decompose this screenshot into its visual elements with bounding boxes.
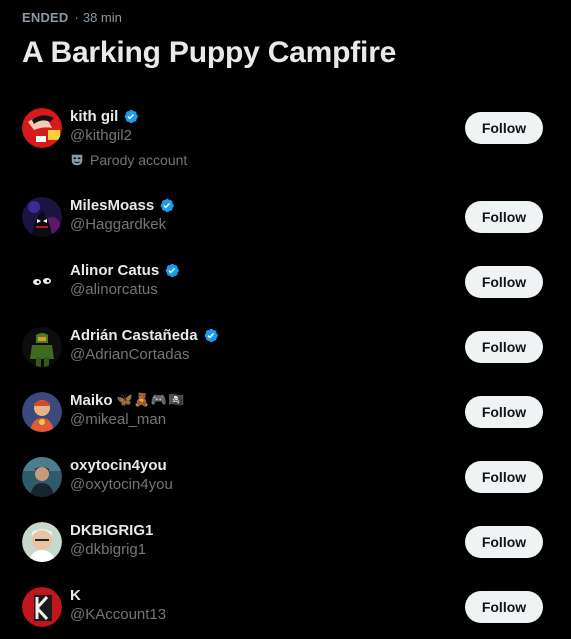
- follow-button[interactable]: Follow: [465, 461, 543, 493]
- participant-handle[interactable]: @KAccount13: [70, 606, 166, 623]
- parody-label: Parody account: [70, 152, 187, 168]
- follow-button[interactable]: Follow: [465, 396, 543, 428]
- follow-button[interactable]: Follow: [465, 112, 543, 144]
- avatar[interactable]: [22, 327, 62, 367]
- mask-icon: [71, 154, 83, 166]
- follow-button[interactable]: Follow: [465, 201, 543, 233]
- verified-badge-icon: [125, 109, 139, 123]
- space-status-line: ENDED · 38 min: [22, 10, 122, 25]
- name-emojis: 🦋🧸🎮🏴‍☠️: [116, 392, 186, 407]
- participant-row: DKBIGRIG1 @dkbigrig1 Follow: [0, 514, 571, 574]
- participant-handle[interactable]: @dkbigrig1: [70, 541, 153, 558]
- verified-badge-icon: [160, 198, 175, 212]
- participant-handle[interactable]: @mikeal_man: [70, 411, 185, 428]
- participant-name[interactable]: Adrián Castañeda: [70, 327, 198, 344]
- participant-row: K @KAccount13 Follow: [0, 579, 571, 639]
- participant-row: Maiko 🦋🧸🎮🏴‍☠️ @mikeal_man Follow: [0, 384, 571, 444]
- participant-name[interactable]: oxytocin4you: [70, 457, 167, 474]
- participant-handle[interactable]: @oxytocin4you: [70, 476, 173, 493]
- follow-button[interactable]: Follow: [465, 331, 543, 363]
- space-duration: 38 min: [82, 10, 122, 25]
- participant-handle[interactable]: @AdrianCortadas: [70, 346, 219, 363]
- participant-row: kith gil @kithgil2 Parody account Follow: [0, 100, 571, 168]
- follow-button[interactable]: Follow: [465, 526, 543, 558]
- participant-row: Alinor Catus @alinorcatus Follow: [0, 254, 571, 314]
- participant-row: Adrián Castañeda @AdrianCortadas Follow: [0, 319, 571, 379]
- avatar[interactable]: [22, 108, 62, 148]
- avatar[interactable]: [22, 522, 62, 562]
- participant-handle[interactable]: @Haggardkek: [70, 216, 175, 233]
- participant-name[interactable]: MilesMoass: [70, 197, 154, 214]
- avatar[interactable]: [22, 587, 62, 627]
- participant-handle[interactable]: @alinorcatus: [70, 281, 180, 298]
- participant-name[interactable]: K: [70, 587, 81, 604]
- avatar[interactable]: [22, 262, 62, 302]
- participant-name[interactable]: Alinor Catus: [70, 262, 159, 279]
- avatar[interactable]: [22, 392, 62, 432]
- space-status: ENDED: [22, 10, 69, 25]
- participant-name[interactable]: Maiko: [70, 392, 113, 409]
- participant-row: oxytocin4you @oxytocin4you Follow: [0, 449, 571, 509]
- participant-row: MilesMoass @Haggardkek Follow: [0, 189, 571, 249]
- participant-handle[interactable]: @kithgil2: [70, 127, 187, 144]
- participant-name[interactable]: DKBIGRIG1: [70, 522, 153, 539]
- status-separator: ·: [74, 10, 79, 25]
- avatar[interactable]: [22, 197, 62, 237]
- participant-name[interactable]: kith gil: [70, 108, 118, 125]
- space-title: A Barking Puppy Campfire: [22, 36, 397, 69]
- follow-button[interactable]: Follow: [465, 266, 543, 298]
- parody-label-text: Parody account: [90, 152, 188, 168]
- verified-badge-icon: [165, 263, 180, 277]
- avatar[interactable]: [22, 457, 62, 497]
- follow-button[interactable]: Follow: [465, 591, 543, 623]
- verified-badge-icon: [204, 328, 218, 342]
